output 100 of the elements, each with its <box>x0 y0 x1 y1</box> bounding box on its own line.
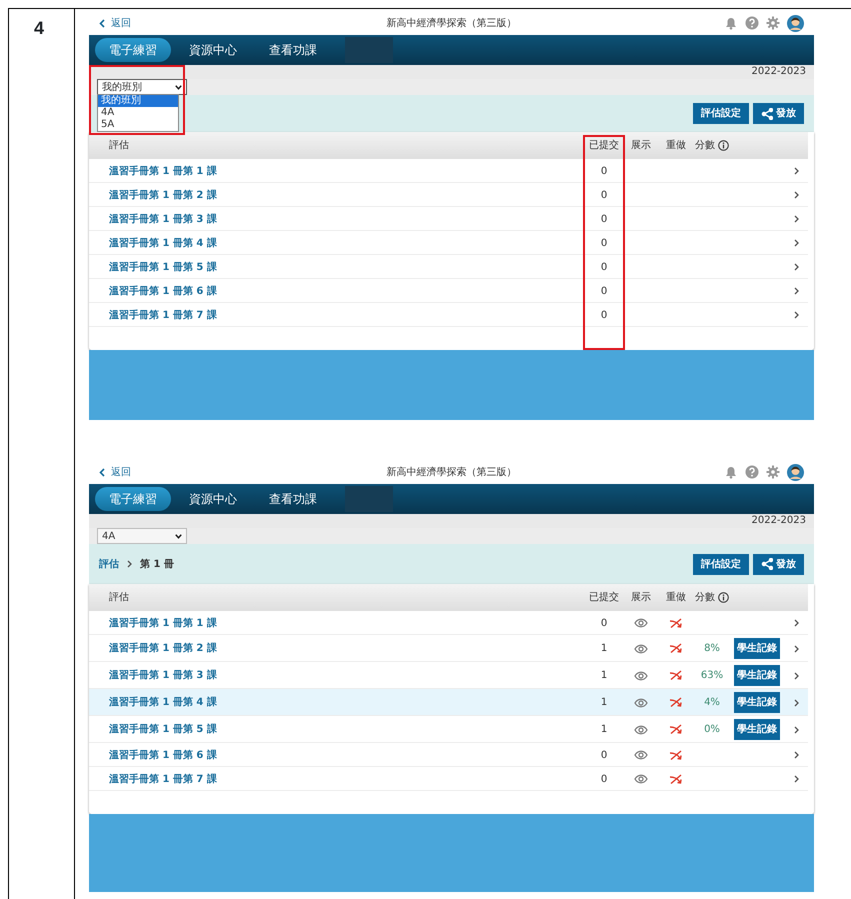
chevron-right-icon[interactable] <box>794 644 798 652</box>
share-button[interactable]: 發放 <box>753 103 804 124</box>
nav-tab[interactable]: 資源中心 <box>175 487 251 511</box>
lesson-link[interactable]: 溫習手冊第 1 冊第 5 課 <box>109 722 217 737</box>
lesson-link[interactable]: 溫習手冊第 1 冊第 7 課 <box>109 772 217 786</box>
column-header: 分數 <box>695 591 715 605</box>
column-header: 已提交 <box>589 590 619 605</box>
eye-icon[interactable] <box>634 750 648 760</box>
score-value: 63% <box>700 669 724 683</box>
nav-tab[interactable]: 電子練習 <box>95 487 171 511</box>
chevron-right-icon <box>127 560 132 568</box>
lesson-link[interactable]: 溫習手冊第 1 冊第 6 課 <box>109 284 217 298</box>
submitted-count: 0 <box>600 284 608 298</box>
crossed-redo-icon[interactable] <box>669 643 683 654</box>
eye-icon[interactable] <box>634 670 648 680</box>
chevron-right-icon[interactable] <box>794 311 798 319</box>
settings-button[interactable]: 評估設定 <box>693 554 749 574</box>
chevron-right-icon[interactable] <box>794 287 798 295</box>
chevron-right-icon[interactable] <box>794 698 798 706</box>
chevron-right-icon[interactable] <box>794 167 798 175</box>
student-records-button[interactable]: 學生記錄 <box>734 719 780 740</box>
dropdown-option[interactable]: 我的班別 <box>98 95 178 107</box>
chevron-right-icon[interactable] <box>794 672 798 680</box>
chevron-right-icon[interactable] <box>794 191 798 199</box>
lesson-link[interactable]: 溫習手冊第 1 冊第 5 課 <box>109 260 217 274</box>
chevron-left-icon <box>99 468 105 476</box>
nav-tab[interactable]: 查看功課 <box>255 38 331 62</box>
bell-icon[interactable] <box>724 16 738 30</box>
year-label: 2022-2023 <box>89 514 814 528</box>
info-icon[interactable] <box>718 592 729 603</box>
eye-icon[interactable] <box>634 618 648 628</box>
submitted-count: 0 <box>600 212 608 226</box>
submitted-count: 1 <box>600 696 608 710</box>
avatar-icon[interactable] <box>787 14 804 32</box>
column-header: 重做 <box>666 590 686 605</box>
settings-button[interactable]: 評估設定 <box>693 103 749 124</box>
help-icon[interactable] <box>745 465 759 479</box>
settings-icon[interactable] <box>766 465 780 479</box>
lesson-link[interactable]: 溫習手冊第 1 冊第 4 課 <box>109 236 217 250</box>
student-records-button[interactable]: 學生記錄 <box>734 692 780 713</box>
settings-icon[interactable] <box>766 16 780 30</box>
crossed-redo-icon[interactable] <box>669 750 683 760</box>
chevron-right-icon[interactable] <box>794 263 798 271</box>
chevron-right-icon[interactable] <box>794 775 798 783</box>
lesson-link[interactable]: 溫習手冊第 1 冊第 1 課 <box>109 164 217 178</box>
eye-icon[interactable] <box>634 644 648 654</box>
crossed-redo-icon[interactable] <box>669 670 683 681</box>
lesson-link[interactable]: 溫習手冊第 1 冊第 3 課 <box>109 668 217 683</box>
share-icon <box>761 558 773 570</box>
submitted-count: 0 <box>600 308 608 322</box>
crossed-redo-icon[interactable] <box>669 697 683 708</box>
help-icon[interactable] <box>745 16 759 30</box>
chevron-right-icon[interactable] <box>794 726 798 734</box>
dropdown-option[interactable]: 4A <box>98 107 178 119</box>
student-records-button[interactable]: 學生記錄 <box>734 638 780 659</box>
column-header: 評估 <box>109 138 129 153</box>
eye-icon[interactable] <box>634 724 648 734</box>
crossed-redo-icon[interactable] <box>669 724 683 735</box>
back-link[interactable]: 返回 <box>99 16 249 30</box>
info-icon[interactable] <box>718 140 729 151</box>
lesson-link[interactable]: 溫習手冊第 1 冊第 2 課 <box>109 641 217 656</box>
breadcrumb-current: 第 1 冊 <box>140 558 174 572</box>
crossed-redo-icon[interactable] <box>669 774 683 784</box>
year-label: 2022-2023 <box>89 65 814 79</box>
avatar-icon[interactable] <box>787 464 804 480</box>
nav-tab[interactable]: 電子練習 <box>95 38 171 62</box>
chevron-right-icon[interactable] <box>794 215 798 223</box>
share-icon <box>761 108 773 120</box>
dropdown-option[interactable]: 5A <box>98 119 178 131</box>
lesson-link[interactable]: 溫習手冊第 1 冊第 4 課 <box>109 695 217 710</box>
breadcrumb-link[interactable]: 評估 <box>99 556 119 572</box>
redaction-block <box>345 37 393 63</box>
class-select[interactable]: 4A <box>97 528 187 544</box>
submitted-count: 0 <box>600 188 608 202</box>
chevron-left-icon <box>99 18 105 28</box>
chevron-right-icon[interactable] <box>794 751 798 759</box>
class-select[interactable]: 我的班別 <box>97 79 187 95</box>
lesson-link[interactable]: 溫習手冊第 1 冊第 6 課 <box>109 748 217 762</box>
submitted-count: 0 <box>600 260 608 274</box>
column-header: 分數 <box>695 139 715 153</box>
crossed-redo-icon[interactable] <box>669 618 683 628</box>
step-number: 4 <box>34 18 44 38</box>
back-link[interactable]: 返回 <box>99 464 249 480</box>
lesson-link[interactable]: 溫習手冊第 1 冊第 3 課 <box>109 212 217 226</box>
nav-tab[interactable]: 查看功課 <box>255 487 331 511</box>
nav-tab[interactable]: 資源中心 <box>175 38 251 62</box>
chevron-right-icon[interactable] <box>794 619 798 627</box>
lesson-link[interactable]: 溫習手冊第 1 冊第 7 課 <box>109 308 217 322</box>
eye-icon[interactable] <box>634 698 648 708</box>
page-title: 新高中經濟學探索（第三版） <box>386 16 518 30</box>
bell-icon[interactable] <box>724 465 738 479</box>
column-header: 展示 <box>631 139 651 153</box>
chevron-right-icon[interactable] <box>794 239 798 247</box>
redaction-block <box>345 486 393 512</box>
eye-icon[interactable] <box>634 774 648 784</box>
caret-down-icon <box>175 534 182 538</box>
lesson-link[interactable]: 溫習手冊第 1 冊第 2 課 <box>109 188 217 202</box>
student-records-button[interactable]: 學生記錄 <box>734 665 780 686</box>
share-button[interactable]: 發放 <box>753 554 804 574</box>
lesson-link[interactable]: 溫習手冊第 1 冊第 1 課 <box>109 616 217 630</box>
